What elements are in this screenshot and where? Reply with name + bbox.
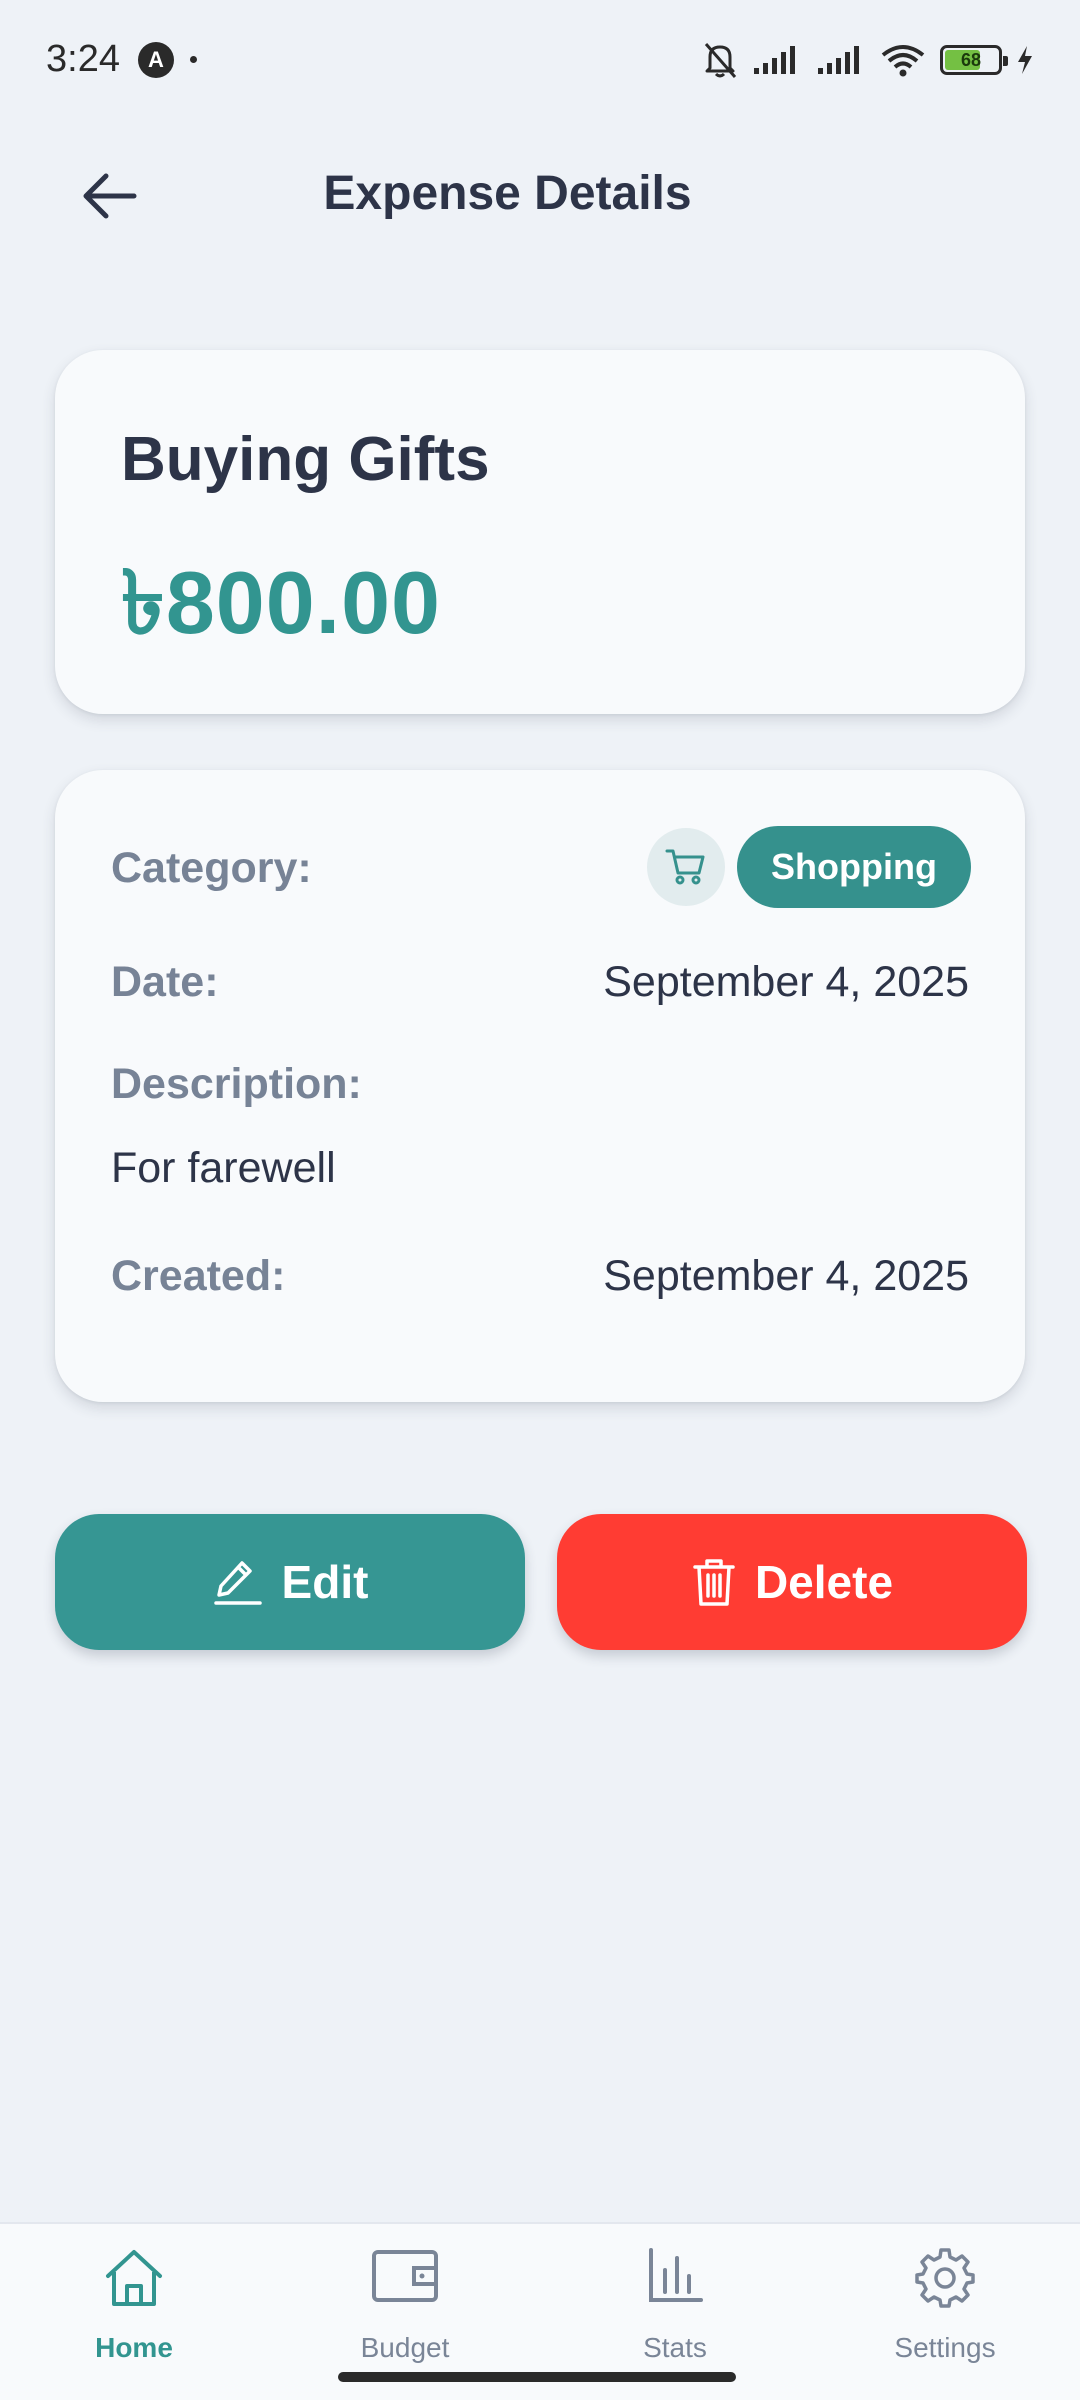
bell-off-icon xyxy=(704,43,737,78)
nav-budget[interactable]: Budget xyxy=(305,2224,505,2374)
nav-home-label: Home xyxy=(95,2332,173,2363)
signal-icon xyxy=(754,46,795,74)
date-value: September 4, 2025 xyxy=(603,958,969,1006)
edit-button-label: Edit xyxy=(281,1556,369,1608)
delete-button[interactable]: Delete xyxy=(557,1514,1027,1650)
pencil-icon xyxy=(213,1561,262,1605)
wallet-icon xyxy=(372,2250,438,2302)
edit-button[interactable]: Edit xyxy=(55,1514,525,1650)
expense-details-screen: 3:24 A 68 Expense Details Buying Gifts ৳… xyxy=(0,0,1080,2400)
bar-chart-icon xyxy=(649,2248,703,2302)
created-label: Created: xyxy=(111,1252,286,1300)
notification-dot xyxy=(190,56,197,63)
nav-stats[interactable]: Stats xyxy=(575,2224,775,2374)
status-time: 3:24 xyxy=(46,38,120,80)
nav-stats-label: Stats xyxy=(643,2332,707,2363)
category-icon-badge xyxy=(647,828,725,906)
expense-amount: ৳800.00 xyxy=(121,553,441,652)
created-value: September 4, 2025 xyxy=(603,1252,969,1300)
nav-settings[interactable]: Settings xyxy=(845,2224,1045,2374)
battery-icon: 68 xyxy=(940,45,1008,75)
app-notification-icon: A xyxy=(138,42,174,78)
wifi-icon xyxy=(881,45,925,77)
delete-button-label: Delete xyxy=(754,1556,894,1608)
description-label: Description: xyxy=(111,1060,362,1108)
charging-icon xyxy=(1018,46,1032,74)
nav-home[interactable]: Home xyxy=(34,2224,234,2374)
description-value: For farewell xyxy=(111,1144,336,1192)
expense-details-card: Category: Shopping Date: September 4, 20… xyxy=(55,770,1025,1402)
home-icon xyxy=(106,2250,162,2306)
date-label: Date: xyxy=(111,958,219,1006)
trash-icon xyxy=(693,1559,735,1606)
battery-level: 68 xyxy=(960,50,982,70)
nav-budget-label: Budget xyxy=(360,2332,450,2363)
expense-title: Buying Gifts xyxy=(121,425,490,494)
category-chip: Shopping xyxy=(737,826,971,908)
status-bar: 3:24 A 68 xyxy=(0,0,1080,120)
page-title: Expense Details xyxy=(323,167,692,220)
signal-icon xyxy=(818,46,859,74)
shopping-cart-icon xyxy=(665,849,705,885)
category-label: Category: xyxy=(111,844,312,892)
status-icons: 68 xyxy=(702,38,1034,82)
expense-summary-card: Buying Gifts ৳800.00 xyxy=(55,350,1025,714)
nav-settings-label: Settings xyxy=(894,2332,996,2363)
home-indicator[interactable] xyxy=(338,2372,736,2382)
gear-icon xyxy=(915,2248,975,2308)
